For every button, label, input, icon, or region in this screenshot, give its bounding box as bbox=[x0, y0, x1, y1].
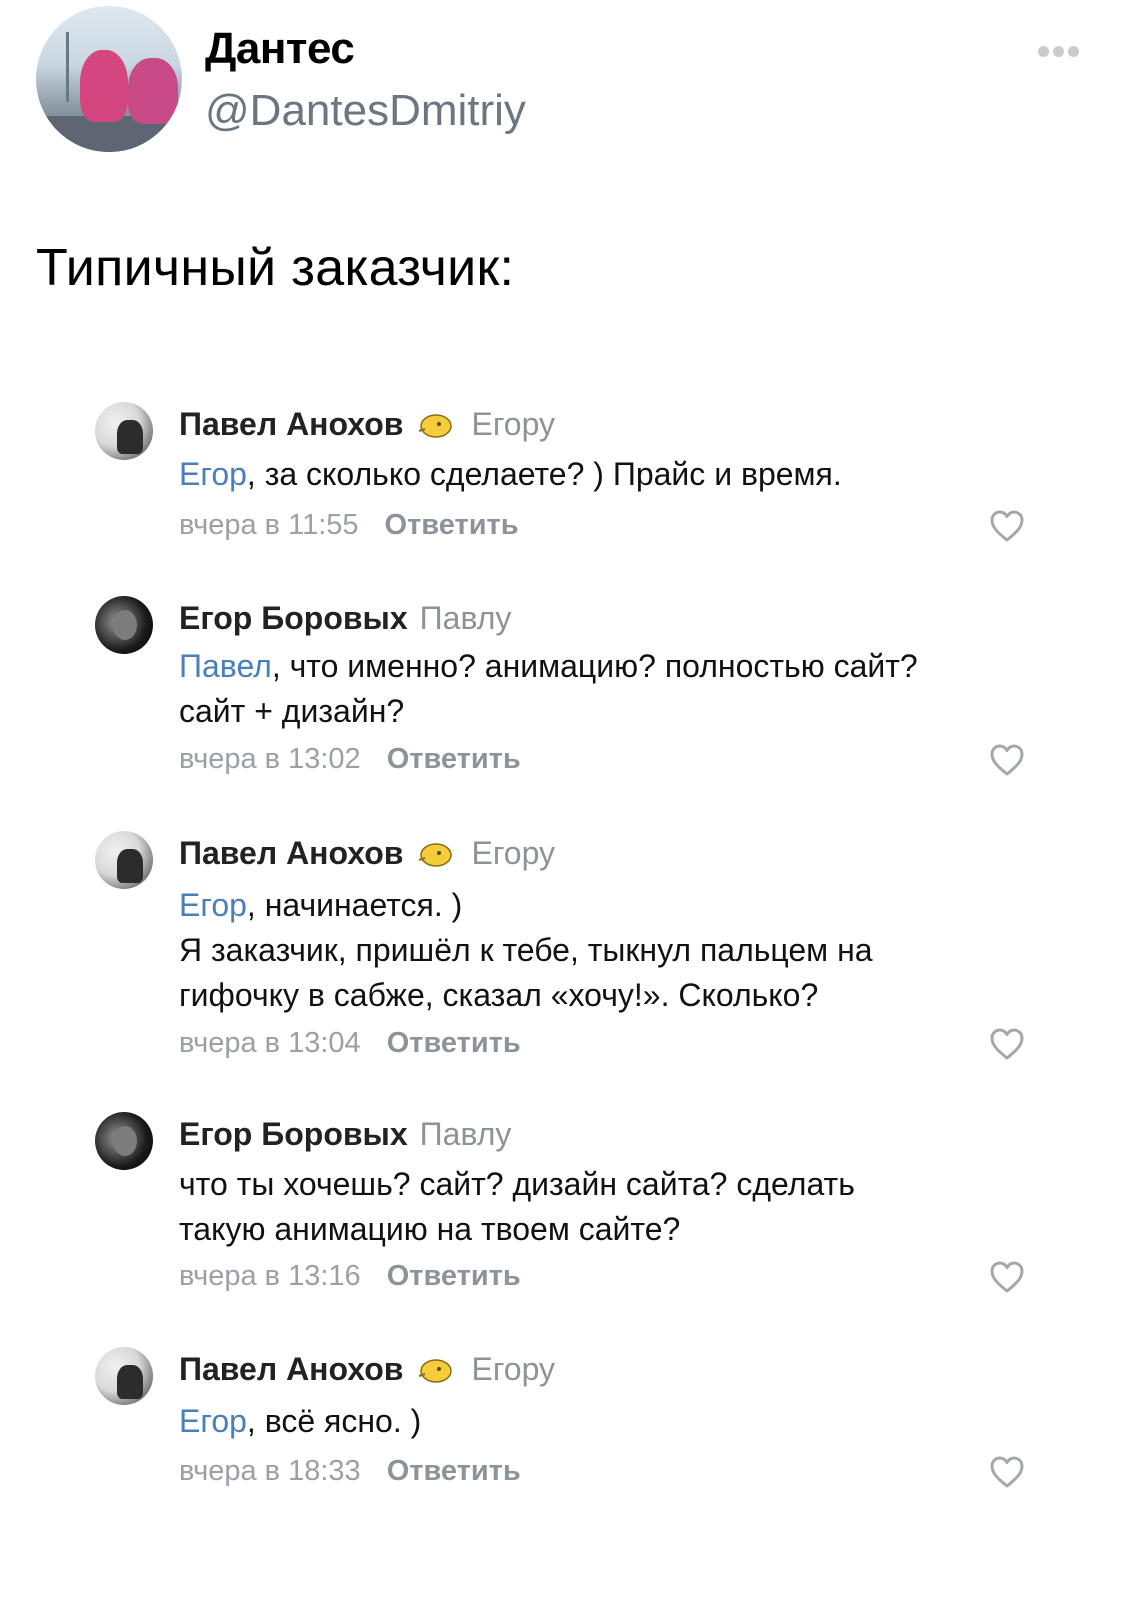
mention-link[interactable]: Егор bbox=[179, 456, 247, 492]
reply-button[interactable]: Ответить bbox=[385, 509, 519, 541]
tweet-text: Типичный заказчик: bbox=[36, 239, 515, 297]
heart-outline-icon[interactable] bbox=[989, 509, 1025, 543]
comment-text: , что именно? анимацию? полностью сайт? bbox=[271, 648, 918, 684]
more-horizontal-icon[interactable] bbox=[1038, 44, 1086, 57]
reply-to-label[interactable]: Павлу bbox=[420, 600, 512, 636]
comment-time[interactable]: вчера в 13:04 bbox=[179, 1027, 361, 1059]
author-handle[interactable]: @DantesDmitriy bbox=[205, 86, 526, 136]
reply-button[interactable]: Ответить bbox=[387, 1027, 521, 1059]
commenter-name[interactable]: Павел Анохов bbox=[179, 835, 403, 871]
mention-link[interactable]: Егор bbox=[179, 1403, 247, 1439]
commenter-avatar[interactable] bbox=[95, 402, 153, 460]
comment: Павел Анохов Егору Егор, за сколько сдела… bbox=[95, 402, 1035, 542]
mention-link[interactable]: Егор bbox=[179, 887, 247, 923]
reply-to-label[interactable]: Егору bbox=[471, 835, 555, 871]
comment-meta: вчера в 13:04 Ответить bbox=[179, 1027, 521, 1060]
reply-to-label[interactable]: Егору bbox=[471, 1351, 555, 1387]
comment-meta: вчера в 13:16 Ответить bbox=[179, 1260, 521, 1293]
author-avatar[interactable] bbox=[36, 6, 182, 152]
reply-button[interactable]: Ответить bbox=[387, 743, 521, 775]
lemon-badge-icon bbox=[419, 1358, 453, 1383]
comment-time[interactable]: вчера в 13:02 bbox=[179, 743, 361, 775]
comment-body: Егор, начинается. ) Я заказчик, пришёл к… bbox=[179, 883, 1029, 1018]
comment-text: , за сколько сделаете? ) Прайс и время. bbox=[246, 456, 842, 492]
reply-to-label[interactable]: Павлу bbox=[420, 1116, 512, 1152]
lemon-badge-icon bbox=[419, 842, 453, 867]
comment-body: Павел, что именно? анимацию? полностью с… bbox=[179, 644, 1029, 734]
reply-button[interactable]: Ответить bbox=[387, 1260, 521, 1292]
comment-text: , начинается. ) bbox=[246, 887, 463, 923]
commenter-name[interactable]: Егор Боровых bbox=[179, 600, 408, 636]
comment-text: Я заказчик, пришёл к тебе, тыкнул пальце… bbox=[179, 932, 873, 968]
commenter-name[interactable]: Егор Боровых bbox=[179, 1116, 408, 1152]
comment-header: Егор Боровых Павлу bbox=[179, 600, 511, 637]
heart-outline-icon[interactable] bbox=[989, 743, 1025, 777]
comment-time[interactable]: вчера в 11:55 bbox=[179, 509, 359, 541]
comment-header: Егор Боровых Павлу bbox=[179, 1116, 511, 1153]
commenter-avatar[interactable] bbox=[95, 1347, 153, 1405]
commenter-avatar[interactable] bbox=[95, 596, 153, 654]
reply-button[interactable]: Ответить bbox=[387, 1455, 521, 1487]
comment: Павел Анохов Егору Егор, всё ясно. ) вчер… bbox=[95, 1347, 1035, 1497]
comment-header: Павел Анохов Егору bbox=[179, 835, 555, 872]
comment-body: что ты хочешь? сайт? дизайн сайта? сдела… bbox=[179, 1162, 1029, 1252]
heart-outline-icon[interactable] bbox=[989, 1027, 1025, 1061]
comment-text: сайт + дизайн? bbox=[179, 693, 405, 729]
comment-text: гифочку в сабже, сказал «хочу!». Сколько… bbox=[179, 977, 819, 1013]
mention-link[interactable]: Павел bbox=[179, 648, 272, 684]
comment-meta: вчера в 11:55 Ответить bbox=[179, 509, 519, 542]
heart-outline-icon[interactable] bbox=[989, 1260, 1025, 1294]
commenter-avatar[interactable] bbox=[95, 831, 153, 889]
commenter-name[interactable]: Павел Анохов bbox=[179, 1351, 403, 1387]
lemon-badge-icon bbox=[419, 413, 453, 438]
heart-outline-icon[interactable] bbox=[989, 1455, 1025, 1489]
author-name[interactable]: Дантес bbox=[205, 24, 355, 74]
comment-text: такую анимацию на твоем сайте? bbox=[179, 1211, 681, 1247]
comment-header: Павел Анохов Егору bbox=[179, 406, 555, 443]
comment-text: , всё ясно. ) bbox=[246, 1403, 422, 1439]
comment-meta: вчера в 13:02 Ответить bbox=[179, 743, 521, 776]
comment-header: Павел Анохов Егору bbox=[179, 1351, 555, 1388]
tweet-header: Дантес @DantesDmitriy bbox=[36, 6, 1096, 156]
comment-time[interactable]: вчера в 13:16 bbox=[179, 1260, 361, 1292]
comment-text: что ты хочешь? сайт? дизайн сайта? сдела… bbox=[179, 1166, 855, 1202]
commenter-name[interactable]: Павел Анохов bbox=[179, 406, 403, 442]
comment: Егор Боровых Павлу что ты хочешь? сайт? д… bbox=[95, 1112, 1035, 1302]
comment-body: Егор, за сколько сделаете? ) Прайс и вре… bbox=[179, 452, 1029, 497]
comment-body: Егор, всё ясно. ) bbox=[179, 1399, 1029, 1444]
comment: Павел Анохов Егору Егор, начинается. ) Я … bbox=[95, 831, 1035, 1071]
reply-to-label[interactable]: Егору bbox=[471, 406, 555, 442]
comment-time[interactable]: вчера в 18:33 bbox=[179, 1455, 361, 1487]
commenter-avatar[interactable] bbox=[95, 1112, 153, 1170]
comment: Егор Боровых Павлу Павел, что именно? ани… bbox=[95, 596, 1035, 782]
comment-meta: вчера в 18:33 Ответить bbox=[179, 1455, 521, 1488]
